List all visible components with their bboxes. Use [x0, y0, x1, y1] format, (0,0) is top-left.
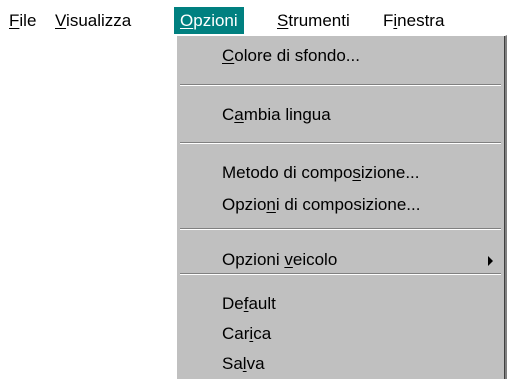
menu-item-default[interactable]: Default	[222, 289, 276, 319]
menu-item-colore-di-sfondo[interactable]: Colore di sfondo...	[222, 41, 360, 71]
triangle-right-icon	[488, 256, 493, 266]
menu-item-opzioni-veicolo[interactable]: Opzioni veicolo	[222, 245, 337, 275]
menu-item-metodo-di-composizione[interactable]: Metodo di composizione...	[222, 158, 420, 188]
menu-item-cambia-lingua[interactable]: Cambia lingua	[222, 100, 331, 130]
menu-bar: File Visualizza Opzioni Strumenti Finest…	[0, 0, 509, 36]
menu-finestra[interactable]: Finestra	[377, 7, 450, 34]
menu-item-carica[interactable]: Carica	[222, 319, 271, 349]
screen: File Visualizza Opzioni Strumenti Finest…	[0, 0, 509, 379]
menu-opzioni[interactable]: Opzioni	[174, 7, 244, 34]
menu-strumenti[interactable]: Strumenti	[271, 7, 356, 34]
menu-item-opzioni-di-composizione[interactable]: Opzioni di composizione...	[222, 190, 420, 220]
menu-file[interactable]: File	[3, 7, 42, 34]
menu-separator	[180, 228, 501, 230]
menu-separator	[180, 273, 501, 275]
menu-item-salva[interactable]: Salva	[222, 349, 265, 379]
opzioni-dropdown-menu: Colore di sfondo... Cambia lingua Metodo…	[175, 35, 507, 379]
menu-separator	[180, 142, 501, 144]
menu-separator	[180, 84, 501, 86]
menu-visualizza[interactable]: Visualizza	[49, 7, 137, 34]
